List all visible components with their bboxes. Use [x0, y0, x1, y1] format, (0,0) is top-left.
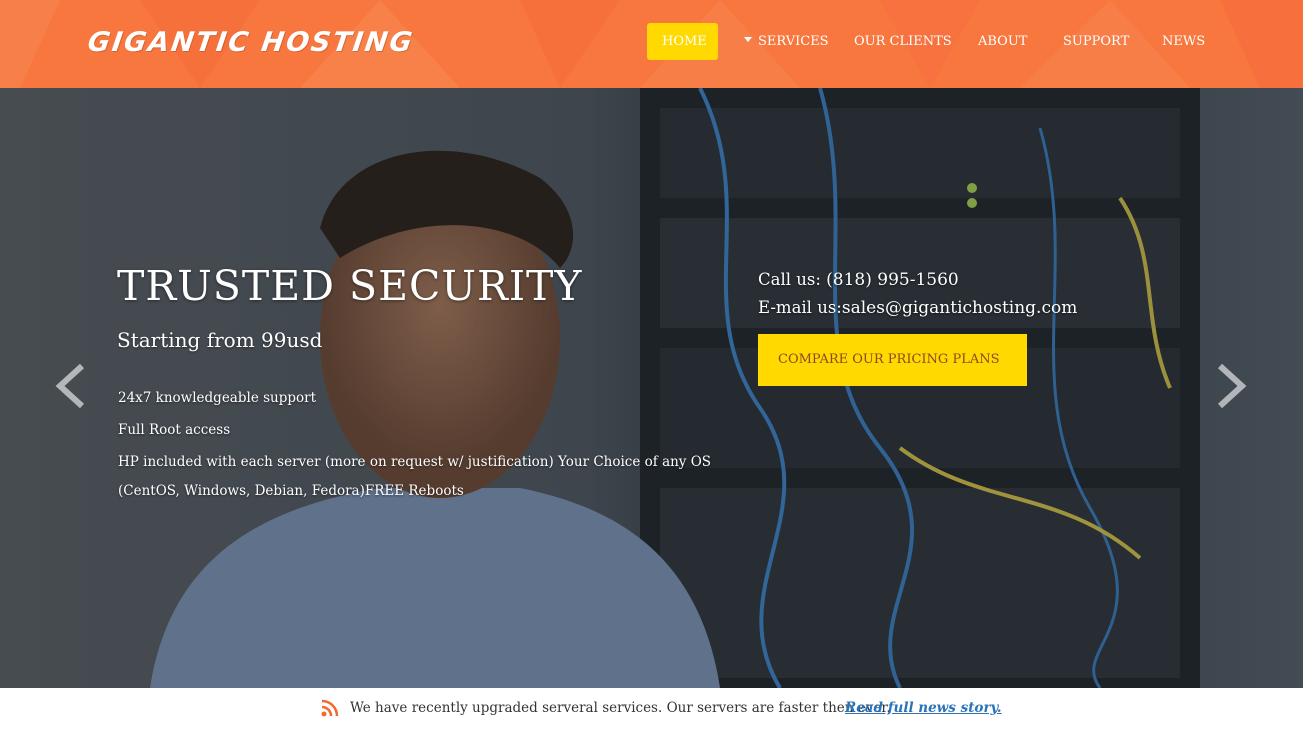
email-address[interactable]: sales@gigantichosting.com	[842, 298, 1077, 318]
compare-pricing-button[interactable]: COMPARE OUR PRICING PLANS	[758, 334, 1027, 386]
phone-number[interactable]: (818) 995-1560	[826, 270, 959, 290]
feature-item: HP included with each server (more on re…	[118, 454, 712, 499]
news-bar: We have recently upgraded serveral servi…	[0, 688, 1303, 745]
chevron-left-icon	[55, 363, 85, 409]
slide-title: TRUSTED SECURITY	[117, 262, 583, 310]
email-label: E-mail us:	[758, 298, 842, 317]
contact-info: Call us: (818) 995-1560 E-mail us:sales@…	[758, 266, 1077, 322]
slider-next-button[interactable]	[1210, 356, 1250, 416]
nav-news[interactable]: NEWS	[1162, 23, 1205, 60]
main-nav: HOME SERVICES OUR CLIENTS ABOUT SUPPORT …	[0, 23, 1303, 60]
rss-icon	[321, 699, 339, 717]
nav-support[interactable]: SUPPORT	[1063, 23, 1129, 60]
slider-prev-button[interactable]	[52, 356, 92, 416]
feature-list: 24x7 knowledgeable support Full Root acc…	[118, 384, 728, 509]
email-line: E-mail us:sales@gigantichosting.com	[758, 294, 1077, 322]
read-news-link[interactable]: Read full news story.	[845, 698, 1002, 718]
site-header: GIGANTIC HOSTING HOME SERVICES OUR CLIEN…	[0, 0, 1303, 88]
phone-label: Call us:	[758, 270, 827, 289]
nav-our-clients[interactable]: OUR CLIENTS	[854, 23, 952, 60]
news-text: We have recently upgraded serveral servi…	[350, 700, 891, 716]
chevron-right-icon	[1217, 363, 1247, 409]
nav-about[interactable]: ABOUT	[978, 23, 1027, 60]
feature-item: Full Root access	[118, 422, 231, 438]
nav-services[interactable]: SERVICES	[744, 23, 829, 60]
nav-services-label: SERVICES	[758, 34, 829, 49]
hero-slider: TRUSTED SECURITY Starting from 99usd 24x…	[0, 88, 1303, 688]
slide-subtitle: Starting from 99usd	[117, 328, 323, 352]
nav-home[interactable]: HOME	[647, 23, 718, 60]
feature-item: 24x7 knowledgeable support	[118, 390, 317, 406]
caret-down-icon	[744, 37, 752, 42]
phone-line: Call us: (818) 995-1560	[758, 266, 1077, 294]
